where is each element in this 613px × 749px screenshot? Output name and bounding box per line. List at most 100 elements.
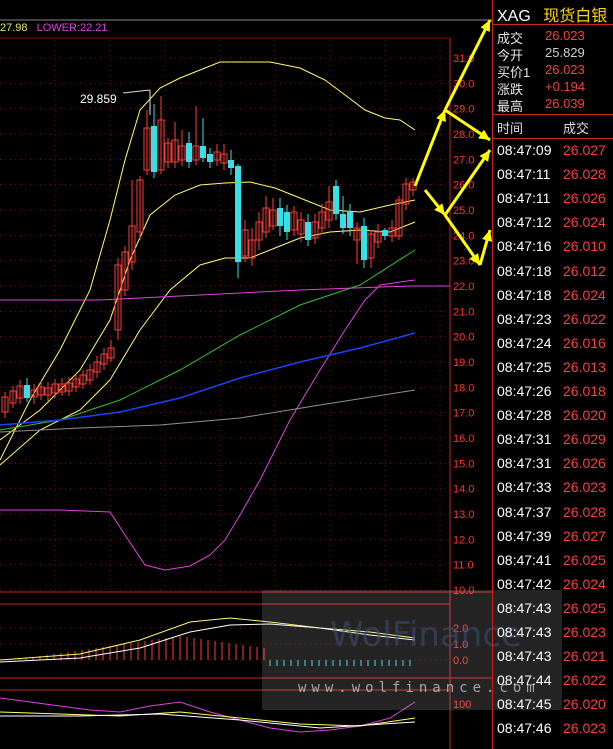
price-axis-label: 23.0: [453, 256, 474, 268]
tick-price: 26.027: [563, 142, 606, 158]
tick-row[interactable]: 08:47:31 26.029: [497, 431, 613, 455]
candle-body: [186, 143, 192, 162]
price-axis-label: 19.0: [453, 357, 474, 369]
tick-time: 08:47:11: [497, 190, 551, 207]
tick-price: 26.018: [563, 383, 606, 399]
tick-time: 08:47:41: [497, 551, 552, 568]
quote-value: 26.023: [545, 28, 585, 43]
ticks-header: 时间 成交: [497, 118, 613, 137]
tick-price: 26.024: [563, 214, 606, 231]
tick-row[interactable]: 08:47:42 26.024: [497, 576, 613, 600]
tick-price: 26.016: [563, 334, 606, 351]
tick-price: 26.025: [563, 599, 606, 616]
tick-row[interactable]: 08:47:39 26.027: [497, 528, 613, 552]
tick-row[interactable]: 08:47:33 26.023: [497, 479, 613, 503]
annotation-arrow: [443, 19, 492, 111]
quote-label: 今开: [497, 48, 524, 63]
upper-band-value: 27.98: [0, 22, 28, 34]
candle-body: [277, 208, 283, 226]
tick-time: 08:47:39: [497, 527, 552, 544]
candle-body: [333, 186, 339, 214]
tick-time: 08:47:28: [497, 407, 552, 424]
price-axis-label: 14.0: [453, 484, 474, 496]
ticks-header-price: 成交: [563, 121, 590, 136]
tick-price: 26.020: [563, 407, 606, 424]
tick-time: 08:47:24: [497, 334, 552, 351]
tick-time: 08:47:25: [497, 358, 552, 375]
tick-row[interactable]: 08:47:43 26.023: [497, 624, 613, 648]
tick-row[interactable]: 08:47:28 26.020: [497, 407, 613, 431]
tick-row[interactable]: 08:47:44 26.022: [497, 672, 613, 696]
tick-time: 08:47:44: [497, 672, 552, 689]
ma-gray-line: [0, 389, 416, 433]
quote-row: 最高 26.039: [497, 96, 613, 115]
candle-body: [24, 385, 30, 398]
tick-price: 26.023: [563, 720, 606, 737]
symbol-header: XAG 现货白银: [497, 2, 607, 26]
tick-time: 08:47:43: [497, 599, 552, 616]
tick-row[interactable]: 08:47:46 26.023: [497, 720, 613, 744]
bollinger-legend: 27.98 LOWER:22.21: [0, 22, 108, 34]
tick-row[interactable]: 08:47:24 26.016: [497, 335, 613, 359]
tick-row[interactable]: 08:47:16 26.010: [497, 238, 613, 262]
price-axis-label: 20.0: [453, 332, 474, 344]
candle-body: [235, 166, 241, 262]
tick-time: 08:47:37: [497, 503, 552, 520]
price-axis-label: 13.0: [453, 509, 474, 521]
tick-row[interactable]: 08:47:31 26.026: [497, 455, 613, 479]
tick-price: 26.029: [563, 431, 606, 448]
tick-price: 26.026: [563, 455, 606, 472]
band-flat-magenta: [0, 285, 450, 301]
tick-row[interactable]: 08:47:18 26.012: [497, 263, 613, 287]
tick-price: 26.028: [563, 166, 606, 183]
ticks-divider: [493, 138, 613, 139]
tick-row[interactable]: 08:47:26 26.018: [497, 383, 613, 407]
tick-time: 08:47:43: [497, 648, 552, 665]
tick-time: 08:47:46: [497, 720, 552, 737]
tick-row[interactable]: 08:47:25 26.013: [497, 359, 613, 383]
quote-value: 25.829: [545, 45, 585, 60]
price-axis-label: 28.0: [453, 129, 474, 141]
candle-body: [347, 212, 353, 228]
price-axis-label: 18.0: [453, 382, 474, 394]
candle-body: [151, 126, 157, 172]
tick-time: 08:47:09: [497, 142, 552, 158]
price-axis-label: 16.0: [453, 433, 474, 445]
tick-row[interactable]: 08:47:43 26.021: [497, 648, 613, 672]
price-axis-label: 12.0: [453, 534, 474, 546]
candle-body: [200, 146, 206, 158]
symbol-code: XAG: [497, 8, 531, 25]
price-axis-label: 29.0: [453, 104, 474, 116]
tick-time: 08:47:12: [497, 214, 552, 231]
price-axis-label: 21.0: [453, 306, 474, 318]
tick-price: 26.010: [563, 238, 606, 255]
tick-price: 26.024: [563, 286, 606, 303]
quote-label: 买价1: [497, 65, 531, 80]
tick-row[interactable]: 08:47:11 26.028: [497, 166, 613, 190]
tick-row[interactable]: 08:47:43 26.025: [497, 600, 613, 624]
tick-time: 08:47:18: [497, 262, 552, 279]
tick-time: 08:47:16: [497, 238, 552, 255]
tick-row[interactable]: 08:47:23 26.022: [497, 311, 613, 335]
candle-body: [305, 222, 311, 240]
peak-price-label: 29.859: [80, 92, 117, 106]
tick-row[interactable]: 08:47:37 26.028: [497, 504, 613, 528]
lower-band-value: LOWER:22.21: [36, 22, 108, 34]
tick-row[interactable]: 08:47:11 26.026: [497, 190, 613, 214]
tick-price: 26.021: [563, 648, 606, 665]
annotation-arrow: [413, 109, 447, 187]
tick-row[interactable]: 08:47:12 26.024: [497, 214, 613, 238]
tick-row[interactable]: 08:47:45 26.020: [497, 696, 613, 720]
quote-value: +0.194: [545, 79, 586, 94]
quote-label: 涨跌: [497, 82, 524, 97]
tick-price: 26.012: [563, 262, 606, 279]
tick-time: 08:47:31: [497, 431, 552, 448]
candle-body: [382, 230, 388, 236]
tick-row[interactable]: 08:47:18 26.024: [497, 287, 613, 311]
quote-divider: [493, 114, 613, 115]
quote-label: 成交: [497, 31, 524, 46]
tick-time: 08:47:31: [497, 455, 552, 472]
tick-row[interactable]: 08:47:41 26.025: [497, 552, 613, 576]
quote-value: 26.023: [545, 62, 585, 77]
tick-row[interactable]: 08:47:09 26.027: [497, 142, 613, 166]
